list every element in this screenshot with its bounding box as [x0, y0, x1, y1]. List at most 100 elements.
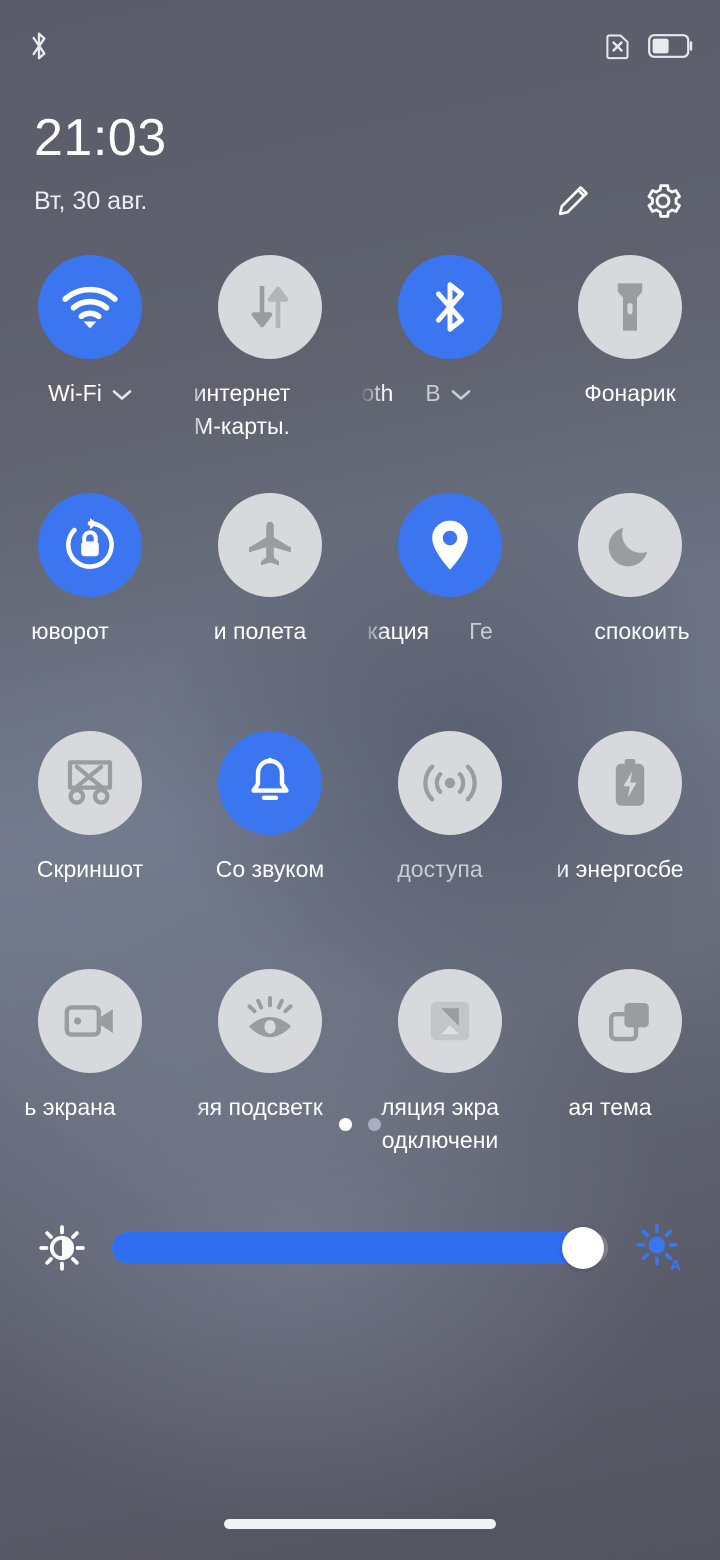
flashlight-icon — [617, 283, 643, 331]
tile-airplane-mode[interactable]: и полета — [180, 493, 360, 687]
tile-icon-bubble — [398, 731, 502, 835]
tile-label-block: кация Ге — [360, 615, 540, 687]
tile-icon-bubble — [398, 255, 502, 359]
tile-flashlight[interactable]: Фонарик — [540, 255, 720, 449]
tile-row: Wi-Fi интернет М-карты. oth В Фонарик — [0, 255, 720, 449]
screenshot-scissors-icon — [67, 760, 113, 805]
tile-label: Wi-Fi — [48, 380, 102, 406]
pencil-icon — [558, 186, 588, 216]
brightness-slider[interactable] — [112, 1224, 608, 1272]
tile-icon-bubble — [218, 255, 322, 359]
cast-screen-icon — [430, 1001, 470, 1041]
tile-label: доступа — [397, 856, 483, 882]
navigation-bar — [0, 1498, 720, 1560]
bluetooth-icon — [436, 282, 465, 332]
tile-label-block: Wi-Fi — [0, 377, 180, 449]
tile-label-block: Скриншот — [0, 853, 180, 925]
tile-sound-mode[interactable]: Со звуком — [180, 731, 360, 925]
tile-screen-recorder[interactable]: ь экрана — [0, 969, 180, 1163]
tile-hotspot[interactable]: доступа — [360, 731, 540, 925]
tile-icon-bubble — [38, 255, 142, 359]
tile-mobile-data[interactable]: интернет М-карты. — [180, 255, 360, 449]
tile-label: интернет — [193, 380, 291, 406]
video-camera-icon — [64, 1005, 113, 1037]
tile-label-block: Фонарик — [540, 377, 720, 449]
gear-icon — [647, 184, 681, 218]
brightness-low-icon — [36, 1222, 88, 1274]
tile-label-block: доступа — [360, 853, 540, 925]
page-dot-1[interactable] — [339, 1118, 352, 1131]
status-bar-left-icons — [26, 30, 52, 67]
brightness-slider-knob[interactable] — [562, 1227, 605, 1269]
page-dot-2[interactable] — [368, 1118, 381, 1131]
tile-icon-bubble — [578, 493, 682, 597]
quick-settings-panel: 21:03 Вт, 30 авг. Wi-Fi интернет М-карты… — [0, 0, 720, 1560]
home-gesture-pill[interactable] — [224, 1519, 496, 1529]
tile-label: Со звуком — [215, 856, 325, 882]
tile-icon-bubble — [578, 255, 682, 359]
chevron-down-icon[interactable] — [112, 389, 132, 401]
tile-icon-bubble — [38, 731, 142, 835]
hotspot-icon — [423, 764, 477, 802]
bluetooth-icon — [26, 30, 52, 67]
tile-do-not-disturb[interactable]: спокоить — [540, 493, 720, 687]
dark-theme-icon — [608, 1003, 649, 1042]
tile-screenshot[interactable]: Скриншот — [0, 731, 180, 925]
tile-label: Фонарик — [584, 380, 676, 406]
quick-settings-tiles: Wi-Fi интернет М-карты. oth В Фонарик юв… — [0, 255, 720, 1163]
tile-dark-theme[interactable]: ая тема — [540, 969, 720, 1163]
tile-icon-bubble — [578, 731, 682, 835]
moon-icon — [608, 527, 648, 567]
rotation-lock-icon — [66, 518, 114, 569]
tile-label-secondary: В — [425, 380, 441, 406]
no-sim-card-icon — [602, 31, 632, 66]
tile-icon-bubble — [38, 493, 142, 597]
tile-label-block: oth В — [360, 377, 540, 449]
brightness-control: A — [0, 1216, 720, 1280]
tile-label: Скриншот — [36, 856, 144, 882]
tile-label-block: интернет М-карты. — [180, 377, 360, 449]
tile-row: ь экрана яя подсветк ляция экра одключен… — [0, 969, 720, 1163]
status-bar-right-icons — [602, 31, 694, 66]
tile-label: oth — [361, 380, 394, 406]
tile-battery-saver[interactable]: и энергосбе — [540, 731, 720, 925]
brightness-auto-icon[interactable]: A — [632, 1222, 684, 1274]
tile-icon-bubble — [218, 493, 322, 597]
tile-label-secondary: Ге — [469, 618, 493, 644]
bell-icon — [251, 757, 289, 800]
tile-reading-mode[interactable]: яя подсветк — [180, 969, 360, 1163]
status-bar — [0, 0, 720, 96]
mobile-data-icon — [251, 286, 289, 328]
tile-label: юворот — [31, 618, 109, 644]
tile-label-line2: М-карты. — [194, 413, 290, 439]
tile-location[interactable]: кация Ге — [360, 493, 540, 687]
brightness-slider-track[interactable] — [112, 1227, 608, 1269]
tile-label: кация — [367, 618, 430, 644]
tile-icon-bubble — [218, 731, 322, 835]
tile-cast-screen[interactable]: ляция экра одключени — [360, 969, 540, 1163]
tile-label-block: юворот — [0, 615, 180, 687]
tile-label: и полета — [213, 618, 307, 644]
open-settings-button[interactable] — [640, 178, 686, 224]
tile-auto-rotate[interactable]: юворот — [0, 493, 180, 687]
tile-icon-bubble — [578, 969, 682, 1073]
tile-label: и энергосбе — [556, 856, 684, 882]
tile-label-block: и полета — [180, 615, 360, 687]
tile-label: спокоить — [594, 618, 690, 644]
tile-label-block: спокоить — [540, 615, 720, 687]
battery-bolt-icon — [615, 759, 645, 806]
tile-label-block: Со звуком — [180, 853, 360, 925]
tile-bluetooth[interactable]: oth В — [360, 255, 540, 449]
edit-tiles-button[interactable] — [550, 178, 596, 224]
location-pin-icon — [432, 520, 468, 570]
clock-time: 21:03 — [34, 109, 167, 167]
eye-icon — [247, 996, 293, 1038]
tile-icon-bubble — [398, 969, 502, 1073]
battery-icon — [648, 33, 694, 64]
chevron-down-icon[interactable] — [451, 389, 471, 401]
tile-wifi[interactable]: Wi-Fi — [0, 255, 180, 449]
clock-date: Вт, 30 авг. — [34, 186, 148, 215]
brightness-auto-letter: A — [670, 1258, 681, 1273]
tile-icon-bubble — [398, 493, 502, 597]
tile-icon-bubble — [218, 969, 322, 1073]
